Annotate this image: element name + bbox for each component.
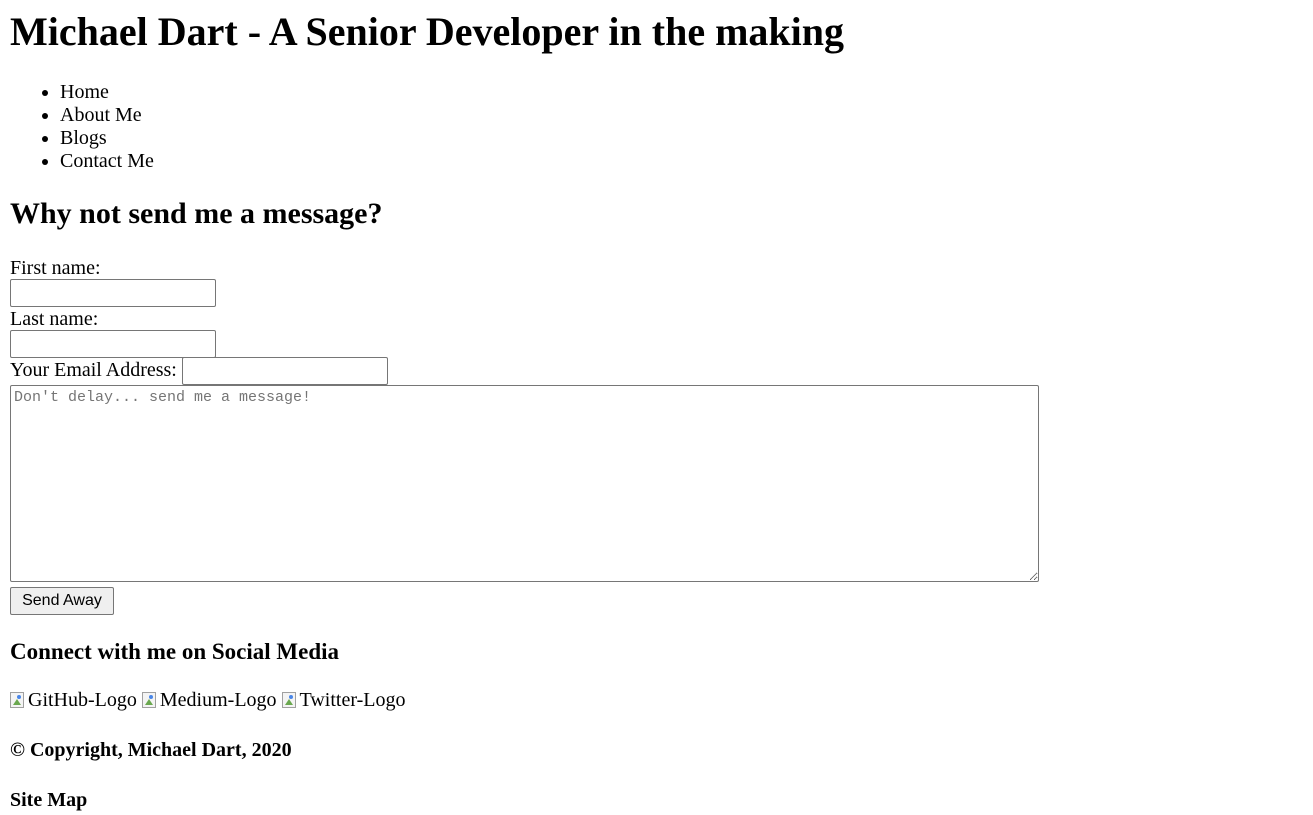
nav-link-home[interactable]: Home (60, 81, 109, 103)
nav-link-blogs[interactable]: Blogs (60, 127, 107, 149)
broken-image-icon (141, 692, 156, 708)
send-away-button[interactable]: Send Away (10, 587, 114, 615)
site-map-link[interactable]: Site Map (10, 788, 87, 812)
nav-item-about: About Me (60, 104, 154, 127)
nav-item-contact: Contact Me (60, 150, 154, 173)
broken-image-icon (10, 692, 24, 708)
first-name-label: First name: (10, 257, 101, 279)
email-field[interactable] (182, 357, 388, 385)
main-nav: Home About Me Blogs Contact Me (10, 81, 154, 173)
twitter-logo-alt: Twitter-Logo (299, 689, 406, 711)
last-name-field[interactable] (10, 330, 216, 358)
medium-logo-alt: Medium-Logo (159, 689, 277, 711)
nav-item-home: Home (60, 81, 154, 104)
last-name-label: Last name: (10, 308, 99, 330)
broken-image-icon (281, 692, 296, 708)
nav-item-blogs: Blogs (60, 127, 154, 150)
contact-heading: Why not send me a message? (10, 197, 383, 230)
github-logo-alt: GitHub-Logo (28, 689, 137, 711)
site-title: Michael Dart - A Senior Developer in the… (10, 9, 845, 54)
github-logo-link[interactable]: GitHub-Logo (10, 688, 137, 712)
nav-link-contact[interactable]: Contact Me (60, 150, 154, 172)
social-heading: Connect with me on Social Media (10, 639, 340, 664)
nav-link-about[interactable]: About Me (60, 104, 142, 126)
medium-logo-link[interactable]: Medium-Logo (141, 688, 277, 712)
first-name-field[interactable] (10, 279, 216, 307)
copyright-text: © Copyright, Michael Dart, 2020 (10, 739, 292, 761)
social-logos: GitHub-Logo Medium-Logo Twitter-Logo (10, 688, 411, 712)
message-textarea[interactable] (10, 385, 1039, 582)
twitter-logo-link[interactable]: Twitter-Logo (281, 688, 406, 712)
email-label: Your Email Address: (10, 359, 177, 381)
